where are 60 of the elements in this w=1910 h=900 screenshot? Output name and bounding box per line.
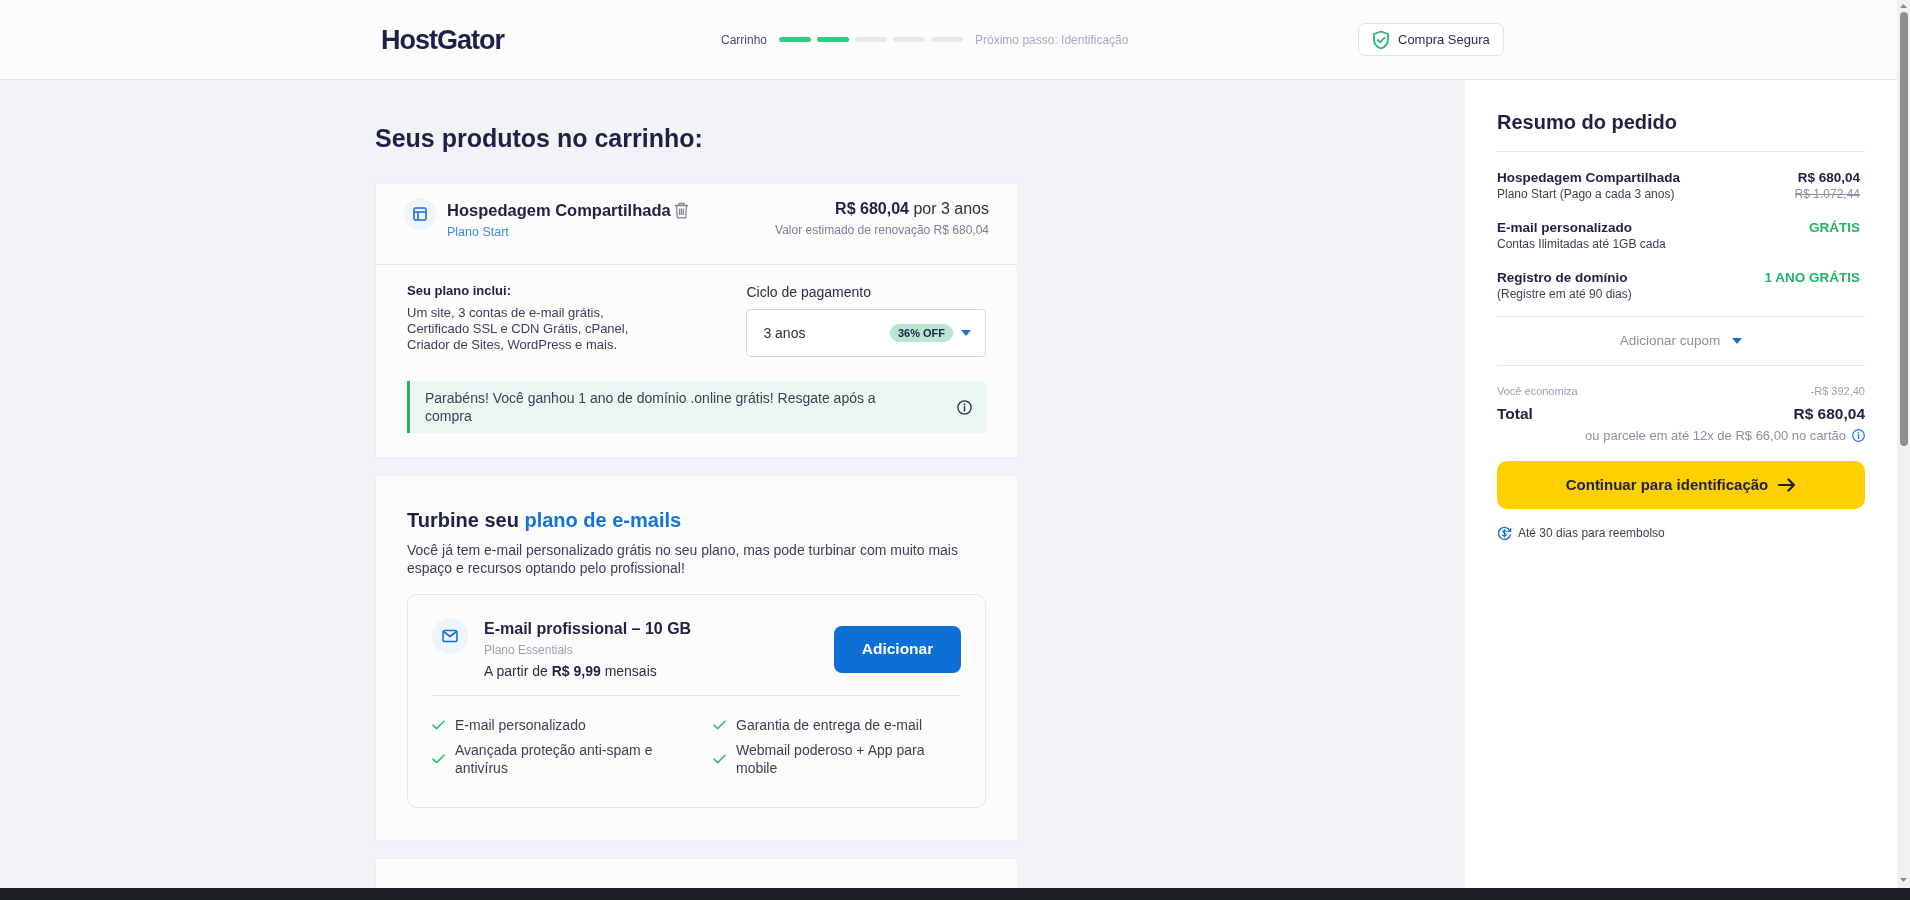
summary-heading: Resumo do pedido <box>1497 110 1678 135</box>
field-label: Ciclo de pagamento <box>746 283 872 301</box>
scroll-down-icon[interactable] <box>1900 878 1907 882</box>
offer-plan: Plano Essentials <box>484 642 574 658</box>
total-value: R$ 680,04 <box>1793 404 1865 424</box>
step-label: Carrinho <box>721 31 768 49</box>
installments-text: ou parcele em até 12x de R$ 66,00 no cartão <box>1585 427 1846 444</box>
item-name: E-mail personalizado <box>1497 219 1634 236</box>
caret-down-icon <box>1732 338 1743 344</box>
scroll-up-icon[interactable] <box>1900 4 1907 8</box>
trash-icon[interactable] <box>673 201 689 219</box>
section-description: Você já tem e-mail personalizado grátis no seu plano, mas pode turbinar com muito mais espaço e recursos optando pelo profissional! <box>407 541 959 577</box>
offer-price: A partir de R$ 9,99 mensais <box>484 662 658 680</box>
layout-icon <box>404 198 436 230</box>
arrow-right-icon <box>1778 478 1797 492</box>
check-icon <box>432 720 445 730</box>
page-heading: Seus produtos no carrinho: <box>375 123 704 153</box>
product-price: R$ 680,04 por 3 anos <box>834 199 989 219</box>
feature-text: Avançada proteção anti-spam e antivírus <box>455 741 654 777</box>
item-name: Registro de domínio <box>1497 269 1629 286</box>
info-icon <box>957 399 972 415</box>
includes-text: Um site, 3 contas de e-mail grátis, Certificado SSL e CDN Grátis, cPanel, Criador de Sites, WordPress e mais. <box>407 305 630 353</box>
check-icon <box>713 754 726 764</box>
next-step-label: Próximo passo: Identificação <box>975 31 1129 49</box>
savings-value: -R$ 392,40 <box>1810 384 1865 398</box>
item-detail: (Registre em até 90 dias) <box>1497 286 1632 302</box>
feature-text: Webmail poderoso + App para mobile <box>736 741 926 777</box>
shield-check-icon <box>1372 29 1390 50</box>
offer-name: E-mail profissional – 10 GB <box>484 619 692 639</box>
product-name: Hospedagem Compartilhada <box>447 200 671 221</box>
section-heading: Turbine seu plano de e-mails <box>407 508 683 533</box>
feature-text: Garantia de entrega de e-mail <box>736 716 923 734</box>
feature-text: E-mail personalizado <box>455 716 587 734</box>
savings-label: Você economiza <box>1497 384 1578 398</box>
secure-purchase-badge: Compra Segura <box>1358 23 1504 56</box>
plan-name: Plano Start <box>447 224 510 240</box>
continue-button[interactable]: Continuar para identificação <box>1497 461 1865 509</box>
includes-heading: Seu plano inclui: <box>407 283 512 299</box>
item-detail: Plano Start (Pago a cada 3 anos) <box>1497 186 1676 202</box>
renewal-price: Valor estimado de renovação R$ 680,04 <box>775 222 989 238</box>
logo[interactable]: HostGator <box>381 23 504 56</box>
old-price: R$ 1.072,44 <box>1794 186 1860 202</box>
discount-badge: 36% OFF <box>889 324 953 342</box>
total-label: Total <box>1497 404 1533 424</box>
refund-icon <box>1497 525 1512 541</box>
item-detail: Contas Ilimitadas até 1GB cada <box>1497 236 1666 252</box>
item-name: Hospedagem Compartilhada <box>1497 169 1681 186</box>
item-price: 1 ANO GRÁTIS <box>1764 269 1860 286</box>
check-icon <box>713 720 726 730</box>
caret-down-icon <box>961 330 971 336</box>
scrollbar-thumb[interactable] <box>1899 12 1908 446</box>
notice-text: Parabéns! Você ganhou 1 ano de domínio .online grátis! Resgate após a compra <box>425 389 877 425</box>
check-icon <box>432 754 445 764</box>
mail-icon <box>432 618 468 654</box>
item-price: GRÁTIS <box>1809 219 1860 236</box>
refund-text: Até 30 dias para reembolso <box>1518 525 1665 541</box>
payment-cycle-select[interactable]: 3 anos 36% OFF <box>746 309 986 357</box>
info-icon <box>1852 429 1865 442</box>
item-price: R$ 680,04 <box>1796 169 1860 186</box>
add-button[interactable]: Adicionar <box>834 625 961 673</box>
